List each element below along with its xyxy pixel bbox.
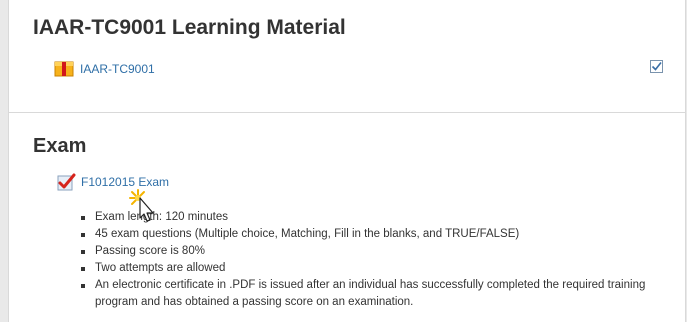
activity-quiz[interactable]: F1012015 Exam <box>57 173 169 191</box>
learning-material-section: IAAR-TC9001 Learning Material IAAR-TC900… <box>8 0 686 115</box>
exam-details-list: Exam length: 120 minutes 45 exam questio… <box>79 209 679 311</box>
list-item: Passing score is 80% <box>79 243 679 260</box>
package-icon <box>54 61 74 77</box>
quiz-check-icon <box>57 173 76 191</box>
list-item: An electronic certificate in .PDF is iss… <box>79 277 679 311</box>
section-title: Exam <box>33 135 87 157</box>
section-title: IAAR-TC9001 Learning Material <box>33 16 346 39</box>
activity-link[interactable]: IAAR-TC9001 <box>80 62 155 76</box>
list-item: 45 exam questions (Multiple choice, Matc… <box>79 226 679 243</box>
completion-checkbox-icon[interactable] <box>649 59 664 74</box>
activity-link[interactable]: F1012015 Exam <box>81 175 169 189</box>
exam-section: Exam F1012015 Exam Exam length: 120 minu… <box>8 112 686 322</box>
activity-scorm-package[interactable]: IAAR-TC9001 <box>54 61 155 77</box>
list-item: Exam length: 120 minutes <box>79 209 679 226</box>
list-item: Two attempts are allowed <box>79 260 679 277</box>
